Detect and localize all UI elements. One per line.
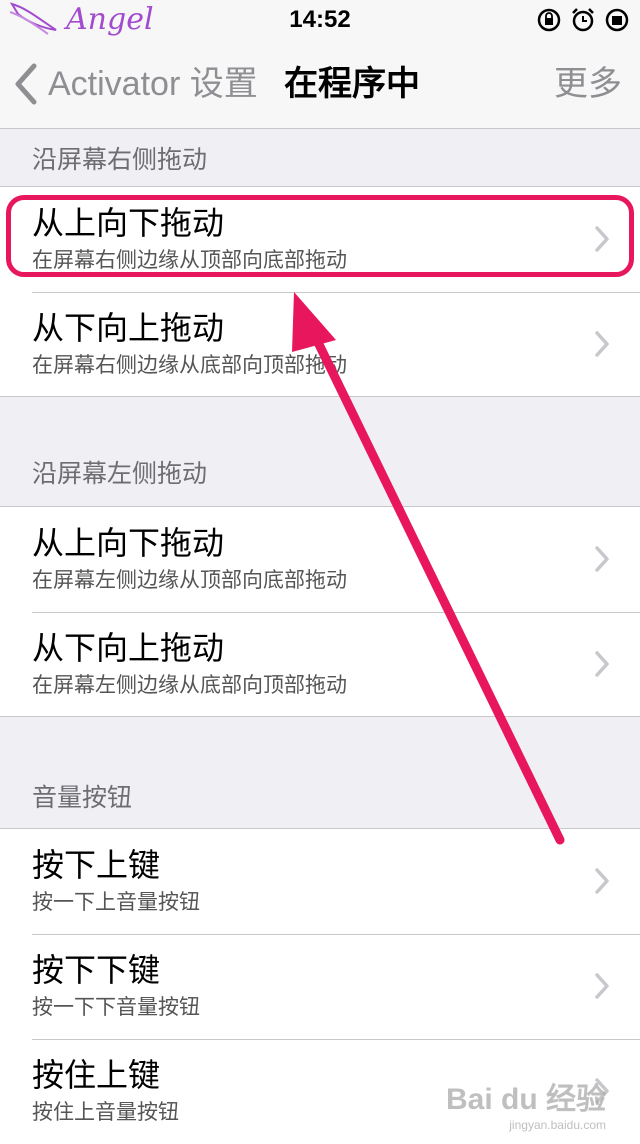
back-label: Activator 设置: [48, 65, 258, 103]
chevron-right-icon: [595, 226, 609, 252]
rotation-lock-icon: [537, 8, 561, 32]
list-item[interactable]: 从下向上拖动 在屏幕左侧边缘从底部向顶部拖动: [0, 612, 640, 717]
nav-bar: Activator 设置 在程序中 更多: [0, 40, 640, 129]
row-subtitle: 按一下上音量按钮: [32, 890, 200, 914]
chevron-right-icon: [595, 868, 609, 894]
chevron-right-icon: [595, 546, 609, 572]
row-subtitle: 在屏幕右侧边缘从底部向顶部拖动: [32, 353, 347, 377]
watermark-url: jingyan.baidu.com: [509, 1118, 606, 1132]
row-title: 按住上键: [32, 1056, 161, 1094]
row-subtitle: 在屏幕左侧边缘从顶部向底部拖动: [32, 568, 347, 592]
status-icons: [536, 7, 630, 33]
watermark: Bai du 经验 jingyan.baidu.com: [446, 1074, 606, 1132]
alarm-icon: [572, 8, 594, 32]
chevron-right-icon: [595, 331, 609, 357]
chevron-right-icon: [595, 973, 609, 999]
more-button[interactable]: 更多: [554, 62, 622, 106]
status-bar: Angel 14:52: [0, 0, 640, 40]
settings-list: 沿屏幕右侧拖动 从上向下拖动 在屏幕右侧边缘从顶部向底部拖动 从下向上拖动 在屏…: [0, 129, 640, 1144]
row-title: 从上向下拖动: [32, 524, 225, 562]
chevron-left-icon: [15, 63, 37, 105]
list-item[interactable]: 按下上键 按一下上音量按钮: [0, 829, 640, 934]
list-item[interactable]: 从下向上拖动 在屏幕右侧边缘从底部向顶部拖动: [0, 292, 640, 397]
list-item[interactable]: 从上向下拖动 在屏幕右侧边缘从顶部向底部拖动: [0, 187, 640, 292]
row-title: 按下下键: [32, 951, 161, 989]
watermark-logo: Bai du 经验: [445, 1083, 606, 1116]
list-item[interactable]: 从上向下拖动 在屏幕左侧边缘从顶部向底部拖动: [0, 507, 640, 612]
row-title: 按下上键: [32, 846, 161, 884]
page-title: 在程序中: [284, 64, 420, 104]
row-subtitle: 按住上音量按钮: [32, 1100, 179, 1124]
chevron-right-icon: [595, 651, 609, 677]
row-subtitle: 在屏幕右侧边缘从顶部向底部拖动: [32, 248, 347, 272]
section-header-left-edge: 沿屏幕左侧拖动: [0, 397, 640, 507]
row-title: 从下向上拖动: [32, 629, 225, 667]
section-header-right-edge: 沿屏幕右侧拖动: [0, 129, 640, 187]
section-header-volume: 音量按钮: [0, 717, 640, 829]
row-subtitle: 在屏幕左侧边缘从底部向顶部拖动: [32, 673, 347, 697]
list-item[interactable]: 按下下键 按一下下音量按钮: [0, 934, 640, 1039]
back-button[interactable]: Activator 设置: [14, 62, 258, 106]
row-subtitle: 按一下下音量按钮: [32, 995, 200, 1019]
row-title: 从下向上拖动: [32, 309, 225, 347]
row-title: 从上向下拖动: [32, 204, 225, 242]
battery-icon: [605, 8, 629, 32]
